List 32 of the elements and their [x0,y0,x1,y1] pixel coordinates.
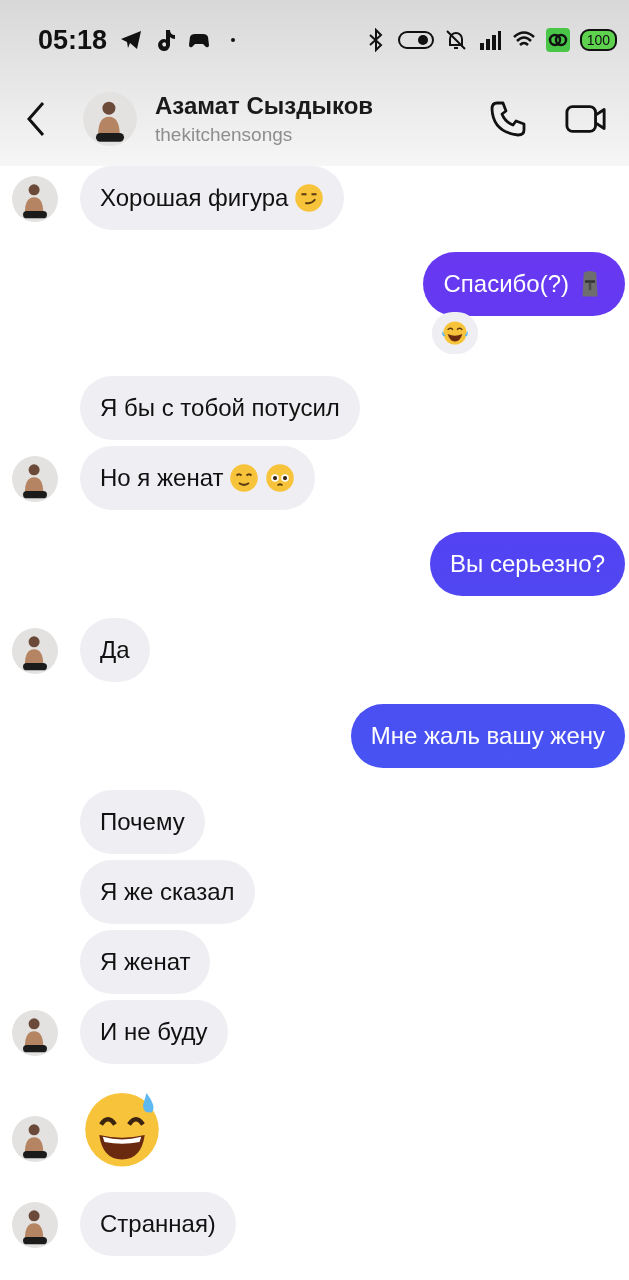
message-bubble[interactable]: Но я женат [80,446,316,510]
message-bubble[interactable]: Вы серьезно? [430,532,625,596]
avatar[interactable] [12,1010,58,1056]
contact-username: thekitchensongs [155,124,294,146]
avatar[interactable] [12,176,58,222]
message-bubble[interactable]: Да [80,618,150,682]
avatar[interactable] [12,1202,58,1248]
message-bubble[interactable]: Хорошая фигура [80,166,345,230]
link-icon [545,28,570,52]
status-time: 05:18 [38,24,108,56]
avatar[interactable] [12,1116,58,1162]
message-bubble[interactable]: И не буду [80,1000,228,1064]
message-bubble[interactable]: Почему [80,790,205,854]
battery-level: 100 [579,29,617,51]
message-bubble[interactable]: Я женат [80,930,211,994]
message-bubble[interactable]: Я бы с тобой потусил [80,376,360,440]
avatar[interactable] [83,92,137,146]
contact-name: Азамат Сыздыков [155,92,374,120]
avatar[interactable] [12,456,58,502]
notification-dot-icon [231,38,236,42]
back-icon[interactable] [25,101,47,137]
face-emoji-icon [229,463,260,493]
muted-bell-icon [443,28,468,52]
message-bubble[interactable]: Я же сказал [80,860,255,924]
message-bubble[interactable]: Странная) [80,1192,236,1256]
message-bubble[interactable]: Мне жаль вашу жену [350,704,625,768]
avatar[interactable] [12,628,58,674]
signal-icon [477,28,502,52]
message-bubble[interactable]: Спасибо(?) [423,252,625,316]
face-emoji-icon [294,183,325,213]
face-emoji-icon [265,463,296,493]
toggle-icon [397,29,434,51]
